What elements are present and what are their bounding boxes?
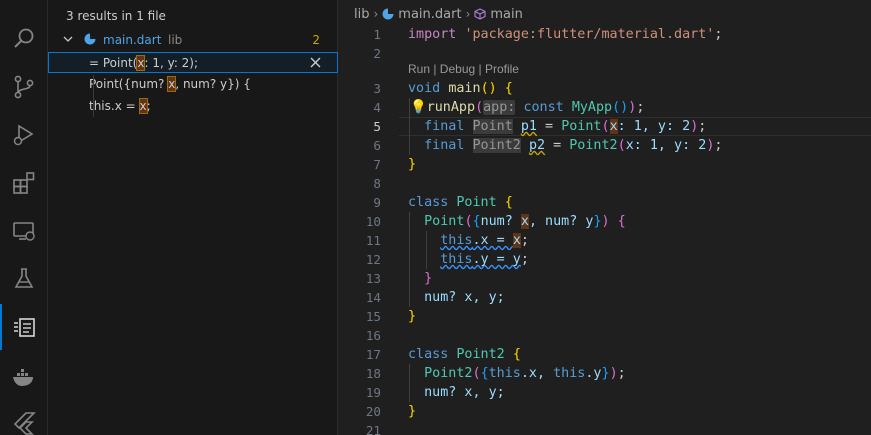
code-line: Point({num? x, num? y}) { (424, 214, 626, 229)
inlay-hint: app: (483, 100, 516, 115)
line-number: 21 (365, 423, 381, 435)
line-number: 1 (373, 27, 381, 42)
line-number: 17 (365, 347, 381, 362)
search-match-item[interactable]: Point({num? x, num? y}) { (89, 74, 251, 95)
flutter-icon (13, 412, 36, 435)
docker-icon (13, 369, 33, 386)
code-line: num? x, y; (424, 290, 505, 305)
match-text: ; (146, 99, 151, 113)
code-line: final Point2 p2 = Point2(x: 1, y: 2); (424, 138, 723, 153)
code-line: this.x = x; (440, 233, 529, 248)
search-file-dir: lib (168, 33, 183, 47)
match-text: this.x = (89, 99, 140, 113)
breadcrumb-file[interactable]: main.dart (398, 7, 461, 22)
line-number: 8 (373, 176, 381, 191)
dart-file-icon (382, 8, 394, 20)
dart-file-icon (84, 33, 96, 45)
code-line: } (408, 157, 417, 172)
extensions-icon (13, 172, 35, 194)
search-file-count-badge: 2 (312, 33, 320, 47)
results-summary: 3 results in 1 file (66, 9, 166, 23)
match-text: : 1, y: 2); (144, 56, 199, 70)
breadcrumb-folder[interactable]: lib (354, 7, 369, 22)
line-number: 9 (373, 195, 381, 210)
line-number: 15 (365, 309, 381, 324)
search-match-item-selected[interactable]: = Point(x: 1, y: 2); (48, 52, 338, 73)
line-number: 20 (365, 404, 381, 419)
testing-icon (14, 268, 34, 288)
line-number: 6 (373, 138, 381, 153)
code-line: void main() { (408, 81, 513, 96)
chevron-down-icon[interactable] (62, 33, 74, 45)
activity-docker[interactable] (0, 354, 48, 400)
remote-explorer-icon (13, 222, 35, 241)
activity-source-control[interactable] (0, 64, 48, 110)
code-line: } (424, 271, 433, 286)
tree-indent-guide (93, 75, 94, 117)
search-file-row[interactable]: main.dart lib 2 (48, 30, 338, 50)
activity-flutter[interactable] (0, 400, 48, 435)
match-highlight: x (138, 98, 148, 114)
breadcrumb: lib › main.dart › main (354, 6, 523, 22)
line-number: 14 (365, 290, 381, 305)
search-file-name: main.dart (103, 33, 162, 47)
dismiss-result-icon[interactable] (310, 57, 321, 68)
search-match-item[interactable]: this.x = x; (89, 96, 151, 117)
search-results-panel: 3 results in 1 file main.dart lib 2 = Po… (48, 0, 338, 435)
line-number: 12 (365, 252, 381, 267)
breadcrumb-separator-icon: › (373, 7, 379, 21)
code-line: } (408, 404, 417, 419)
code-line: this.y = y; (440, 252, 529, 267)
line-number: 4 (373, 100, 381, 115)
line-number: 3 (373, 81, 381, 96)
code-line: class Point2 { (408, 347, 521, 362)
references-icon (14, 318, 35, 337)
source-control-icon (14, 75, 34, 99)
activity-extensions[interactable] (0, 160, 48, 206)
code-line: num? x, y; (424, 385, 505, 400)
line-number: 19 (365, 385, 381, 400)
code-line: } (408, 309, 417, 324)
inlay-type-hint: Point (472, 119, 513, 134)
line-number: 13 (365, 271, 381, 286)
inlay-type-hint: Point2 (472, 138, 521, 153)
activity-search[interactable] (0, 16, 48, 62)
line-number: 16 (365, 328, 381, 343)
codelens-run-debug-profile[interactable]: Run | Debug | Profile (408, 62, 519, 76)
breadcrumb-symbol[interactable]: main (490, 7, 522, 22)
activity-bar (0, 0, 48, 435)
line-number: 11 (365, 233, 381, 248)
activity-references[interactable] (0, 304, 48, 350)
line-number: 2 (373, 46, 381, 61)
search-icon (14, 28, 34, 48)
activity-testing[interactable] (0, 256, 48, 302)
code-line: Point2({this.x, this.y}); (424, 366, 626, 381)
match-text: , num? y}) { (175, 77, 251, 91)
line-number: 10 (365, 214, 381, 229)
code-editor[interactable]: lib › main.dart › main 1 2 3 4 5 6 7 8 9… (339, 0, 871, 435)
code-line-current: final Point p1 = Point(x: 1, y: 2); (424, 119, 707, 134)
line-number: 7 (373, 157, 381, 172)
symbol-method-icon (474, 8, 486, 20)
code-line: 💡runApp(app: const MyApp()); (410, 100, 645, 115)
line-number: 18 (365, 366, 381, 381)
activity-run-debug[interactable] (0, 112, 48, 158)
code-line: class Point { (408, 195, 513, 210)
match-text: Point({num? (89, 77, 169, 91)
run-debug-icon (13, 124, 34, 146)
line-number-current: 5 (373, 119, 381, 134)
code-line: import 'package:flutter/material.dart'; (408, 27, 723, 42)
activity-remote-explorer[interactable] (0, 208, 48, 254)
match-text: = Point( (89, 56, 138, 70)
breadcrumb-separator-icon: › (465, 7, 471, 21)
lightbulb-icon[interactable]: 💡 (410, 100, 427, 115)
